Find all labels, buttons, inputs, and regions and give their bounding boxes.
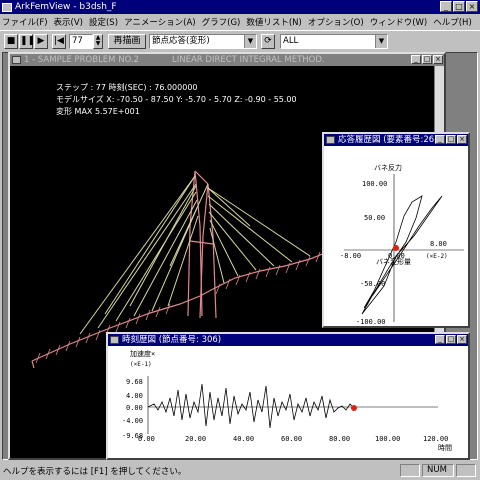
minimize-button[interactable]: _ — [411, 55, 421, 64]
time-current-marker — [351, 405, 357, 411]
hysteresis-plot: バネ反力 バネ変形量 (×E-2) 100.00 50.00 -50.00 -1… — [324, 146, 468, 326]
maximize-button[interactable]: □ — [446, 135, 456, 144]
frame-stepper[interactable]: ▲ ▼ — [93, 34, 103, 49]
close-button[interactable]: × — [457, 335, 467, 344]
time-xtick: 40.00 — [233, 435, 254, 443]
time-history-titlebar: 時刻歴図 (節点番号: 306) _ □ × — [108, 334, 468, 346]
hysteresis-xtick: 8.00 — [430, 240, 447, 248]
time-history-trace — [147, 383, 355, 429]
time-ytick: 0.00 — [126, 404, 143, 412]
filter-select[interactable]: ALL ▼ — [280, 34, 388, 49]
hysteresis-ylabel: バネ反力 — [374, 163, 402, 172]
hysteresis-window[interactable]: 応答履歴図 (要素番号:2611) _ □ × バネ反力 バネ変形量 (×E-2… — [322, 132, 470, 328]
time-history-title: 時刻歴図 (節点番号: 306) — [122, 335, 222, 345]
view-select[interactable]: 節点応答(変形) ▼ — [149, 34, 257, 49]
maximize-button[interactable]: □ — [422, 55, 432, 64]
status-pane-blank-2 — [456, 464, 476, 477]
time-ylabel: 加速度× — [130, 349, 155, 358]
model-view-titlebar: 1 - SAMPLE PROBLEM NO.2 LINEAR DIRECT IN… — [10, 54, 444, 66]
model-view-method: LINEAR DIRECT INTEGRAL METHOD. — [172, 55, 325, 65]
hysteresis-ytick: -50.00 — [360, 280, 385, 288]
menu-help[interactable]: ヘルプ(H) — [433, 16, 472, 28]
hysteresis-ytick: 100.00 — [362, 180, 387, 188]
view-select-value: 節点応答(変形) — [152, 36, 210, 46]
window-icon — [110, 336, 119, 344]
play-button[interactable]: ▶ — [34, 34, 48, 49]
time-xtick: 0.00 — [138, 435, 155, 443]
hysteresis-axes — [344, 174, 464, 322]
status-bar: ヘルプを表示するには [F1] を押してください。 NUM — [0, 462, 480, 480]
chevron-down-icon: ▼ — [244, 35, 256, 48]
menu-bar: ファイル(F) 表示(V) 設定(S) アニメーション(A) グラフ(G) 数値… — [0, 14, 480, 29]
redraw-button[interactable]: 再描画 — [108, 34, 146, 49]
chevron-down-icon: ▼ — [375, 35, 387, 48]
close-button[interactable]: × — [457, 135, 467, 144]
menu-animation[interactable]: アニメーション(A) — [124, 16, 196, 28]
hysteresis-title: 応答履歴図 (要素番号:2611) — [338, 135, 449, 145]
window-icon — [12, 56, 21, 64]
hysteresis-ytick: -100.00 — [356, 318, 386, 326]
time-ytick: -4.00 — [122, 417, 143, 425]
menu-window[interactable]: ウィンドウ(W) — [370, 16, 428, 28]
window-icon — [326, 136, 335, 144]
time-xtick: 120.00 — [423, 435, 448, 443]
minimize-button[interactable]: _ — [435, 335, 445, 344]
pause-button[interactable]: ❚❚ — [19, 34, 35, 49]
close-button[interactable]: × — [466, 1, 478, 12]
status-pane-blank-1 — [400, 464, 420, 477]
time-xtick: 100.00 — [375, 435, 400, 443]
filter-select-value: ALL — [283, 36, 299, 46]
hysteresis-titlebar: 応答履歴図 (要素番号:2611) _ □ × — [324, 134, 468, 146]
toolbar: ■ ❚❚ ▶ |◀ 77 ▲ ▼ 再描画 節点応答(変形) ▼ ⟳ ALL ▼ — [0, 30, 480, 50]
time-history-window[interactable]: 時刻歴図 (節点番号: 306) _ □ × 加速度× (×E-1) 9.68 … — [106, 332, 470, 460]
app-icon — [2, 2, 12, 12]
menu-numeric-list[interactable]: 数値リスト(N) — [246, 16, 302, 28]
menu-view[interactable]: 表示(V) — [54, 16, 83, 28]
time-ytick: 9.68 — [126, 378, 143, 386]
minimize-button[interactable]: _ — [435, 135, 445, 144]
rewind-button[interactable]: |◀ — [52, 34, 66, 49]
hysteresis-xunit: (×E-2) — [426, 253, 448, 260]
menu-graph[interactable]: グラフ(G) — [202, 16, 241, 28]
maximize-button[interactable]: □ — [446, 335, 456, 344]
menu-settings[interactable]: 設定(S) — [89, 16, 118, 28]
bridge-cables — [79, 175, 311, 335]
close-button[interactable]: × — [433, 55, 443, 64]
model-view-title: 1 - SAMPLE PROBLEM NO.2 — [24, 55, 140, 65]
app-title: ArkFemView - b3dsh_F — [15, 2, 117, 12]
app-titlebar: ArkFemView - b3dsh_F _ □ × — [0, 0, 480, 14]
hysteresis-ytick: 50.00 — [364, 214, 385, 222]
time-xtick: 60.00 — [281, 435, 302, 443]
time-xtick: 20.00 — [185, 435, 206, 443]
time-yunit: (×E-1) — [130, 361, 152, 368]
menu-file[interactable]: ファイル(F) — [2, 16, 48, 28]
frame-input[interactable]: 77 — [69, 34, 93, 49]
minimize-button[interactable]: _ — [440, 1, 452, 12]
time-ytick: 4.00 — [126, 392, 143, 400]
maximize-button[interactable]: □ — [453, 1, 465, 12]
hysteresis-current-marker — [393, 245, 399, 251]
hysteresis-xtick: -8.00 — [340, 252, 361, 260]
time-axes — [147, 376, 438, 434]
status-help-text: ヘルプを表示するには [F1] を押してください。 — [3, 467, 187, 477]
menu-options[interactable]: オプション(O) — [308, 16, 364, 28]
stop-button[interactable]: ■ — [4, 34, 18, 49]
status-num-indicator: NUM — [422, 464, 454, 477]
time-xtick: 80.00 — [329, 435, 350, 443]
refresh-icon[interactable]: ⟳ — [261, 34, 275, 49]
time-history-plot: 加速度× (×E-1) 9.68 4.00 0.00 -4.00 -9.68 0… — [108, 346, 468, 458]
time-xlabel: 時間 — [438, 444, 452, 452]
